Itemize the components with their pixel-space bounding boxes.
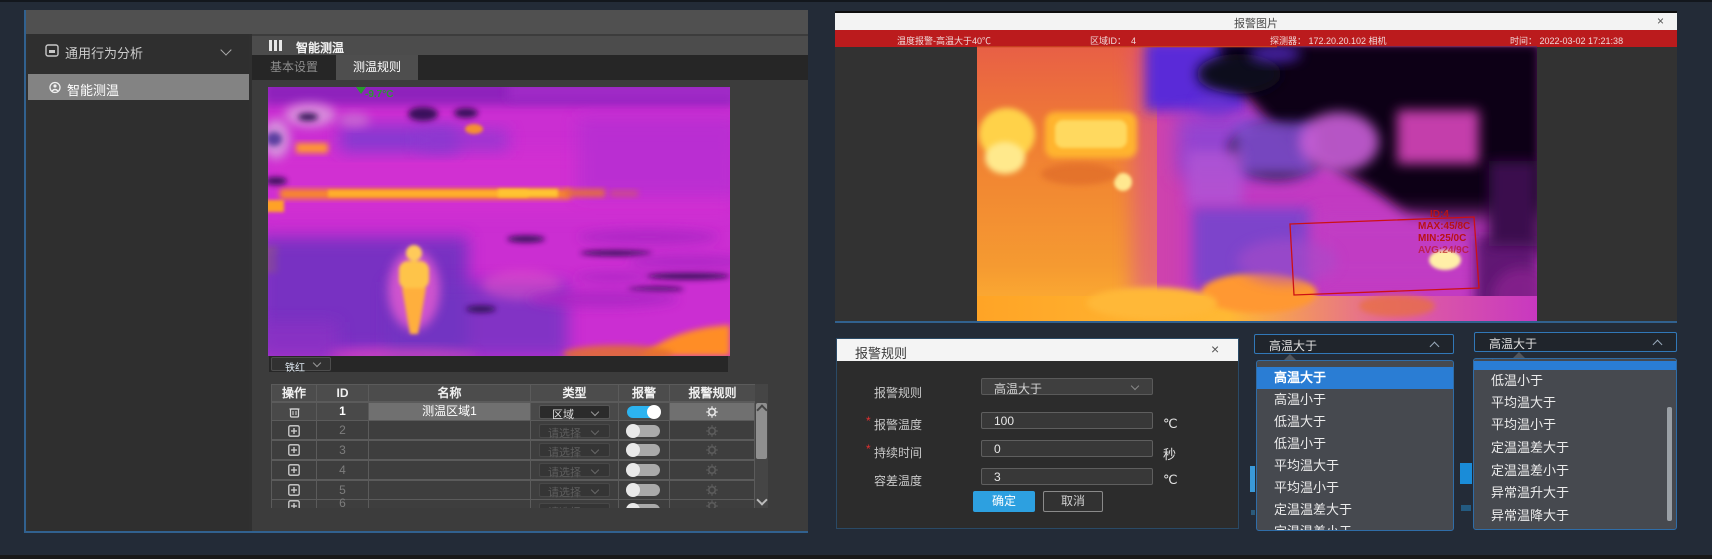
svg-text:MAX:45/8C: MAX:45/8C	[1418, 221, 1470, 232]
svg-text:-9.7°C: -9.7°C	[365, 89, 393, 100]
svg-text:ID:4: ID:4	[1430, 209, 1449, 220]
svg-text:AVG:24/9C: AVG:24/9C	[1418, 245, 1469, 256]
svg-text:MIN:25/0C: MIN:25/0C	[1418, 233, 1466, 244]
